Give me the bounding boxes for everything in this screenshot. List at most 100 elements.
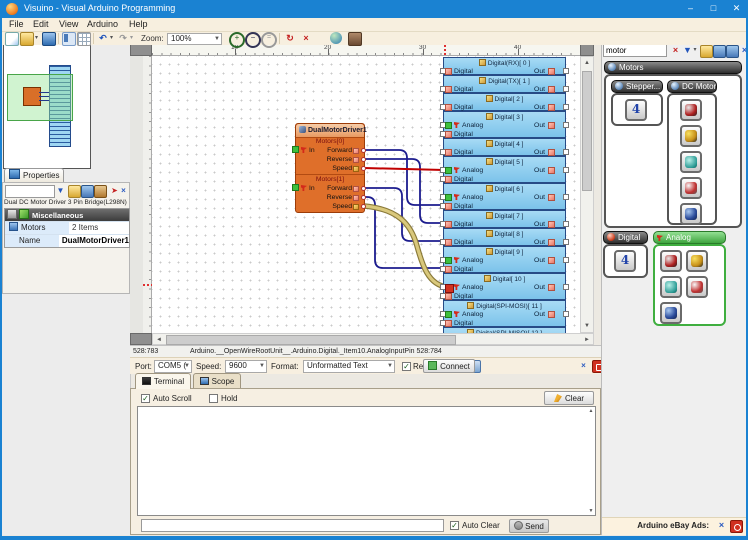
canvas-vscrollbar[interactable]: ▲ ▼ <box>580 56 594 333</box>
menu-file[interactable]: File <box>6 19 27 29</box>
reset-checkbox[interactable] <box>402 362 411 371</box>
board-pin-row-4[interactable]: Digital[ 4 ]DigitalOut <box>443 138 566 156</box>
pin-connector[interactable] <box>361 148 366 153</box>
pin-connector[interactable] <box>563 221 569 227</box>
search-input[interactable] <box>603 44 667 57</box>
close-ads-icon[interactable]: × <box>716 520 727 531</box>
dc-motor-icon-3[interactable] <box>680 151 702 173</box>
clear-button[interactable]: Clear <box>544 391 594 405</box>
properties-filter-input[interactable] <box>5 185 55 198</box>
terminal-output[interactable]: ▲ ▼ <box>137 406 596 516</box>
property-value[interactable]: 2 Items <box>69 222 129 234</box>
refresh-icon[interactable]: ↻ <box>284 32 296 44</box>
menu-view[interactable]: View <box>56 19 81 29</box>
analog-pin-box[interactable] <box>445 257 452 264</box>
pin-connector[interactable] <box>563 284 569 290</box>
scroll-up-icon[interactable]: ▲ <box>581 57 593 69</box>
menu-help[interactable]: Help <box>126 19 151 29</box>
design-canvas[interactable]: DualMotorDriver1 Motors[0] In Forward Re… <box>152 56 580 333</box>
component-header[interactable]: DualMotorDriver1 <box>296 124 364 138</box>
group-digital[interactable]: Digital <box>603 231 648 244</box>
folder-expand-icon[interactable] <box>700 45 713 58</box>
analog-motor-icon-5[interactable] <box>660 302 682 324</box>
board-pin-row-6[interactable]: Digital[ 6 ]AnalogOutDigital <box>443 183 566 210</box>
property-row-name[interactable]: Name DualMotorDriver1 <box>5 234 129 247</box>
pin-connector[interactable] <box>563 104 569 110</box>
stepper-motor-icon[interactable]: 4 <box>625 99 647 121</box>
zoom-out-icon[interactable]: − <box>245 32 261 48</box>
connect-button[interactable]: Connect <box>423 359 475 373</box>
send-input[interactable] <box>141 519 444 532</box>
wire-motors1-speed[interactable] <box>364 206 447 287</box>
new-project-icon[interactable] <box>5 32 19 46</box>
board-pin-row-5[interactable]: Digital[ 5 ]AnalogOutDigital <box>443 156 566 183</box>
canvas-hscrollbar[interactable]: ◄ ► <box>152 333 594 345</box>
subgroup-stepper[interactable]: Stepper... <box>611 80 663 93</box>
folder-view-icon[interactable] <box>726 45 739 58</box>
pin-connector[interactable] <box>563 257 569 263</box>
pin-connector[interactable] <box>563 122 569 128</box>
auto-clear-checkbox[interactable] <box>450 521 459 530</box>
delete-icon[interactable]: × <box>300 32 312 44</box>
group-analog[interactable]: Analog <box>653 231 726 244</box>
open-project-icon[interactable] <box>20 32 34 46</box>
board-pin-row-10[interactable]: Digital[ 10 ]AnalogOutDigital <box>443 273 566 300</box>
board-pin-row-1[interactable]: Digital(TX)[ 1 ]DigitalOut <box>443 75 566 93</box>
dc-motor-icon-2[interactable] <box>680 125 702 147</box>
board-pin-row-11[interactable]: Digital(SPI-MOSI)[ 11 ]AnalogOutDigital <box>443 300 566 327</box>
title-bar[interactable]: Visuino - Visual Arduino Programming – □… <box>0 0 748 18</box>
collapse-all-icon[interactable] <box>81 185 94 198</box>
pin-motors0-reverse[interactable]: Reverse <box>296 155 364 164</box>
component-dualmotordriver1[interactable]: DualMotorDriver1 Motors[0] In Forward Re… <box>295 123 365 213</box>
grid-view-icon[interactable] <box>77 32 91 46</box>
board-pin-row-7[interactable]: Digital[ 7 ]DigitalOut <box>443 210 566 228</box>
overview-thumbnail[interactable] <box>3 44 91 169</box>
dc-motor-icon-5[interactable] <box>680 203 702 225</box>
package-icon[interactable] <box>348 32 362 46</box>
pin-connector[interactable] <box>361 166 366 171</box>
toggle-panels-icon[interactable] <box>62 32 76 46</box>
open-dropdown-icon[interactable]: ▾ <box>33 32 40 44</box>
pin-connector[interactable] <box>361 195 366 200</box>
pin-motors1-reverse[interactable]: Reverse <box>296 193 364 202</box>
pin-connector[interactable] <box>361 186 366 191</box>
zoom-in-icon[interactable]: + <box>229 32 245 48</box>
zoom-select[interactable]: 100%▼ <box>167 33 222 45</box>
folder-collapse-icon[interactable] <box>713 45 726 58</box>
pin-motors0-speed[interactable]: Speed <box>296 164 364 173</box>
wire-motors1-forward[interactable] <box>364 188 444 241</box>
undo-dropdown-icon[interactable]: ▾ <box>108 32 115 44</box>
analog-motor-icon-3[interactable] <box>660 276 682 298</box>
minimize-button[interactable]: – <box>679 0 702 18</box>
pin-motors0-forward[interactable]: In Forward <box>296 146 364 155</box>
adblock-icon[interactable] <box>730 520 743 533</box>
filter-dropdown-icon[interactable]: ▾ <box>692 45 698 56</box>
pin-connector[interactable] <box>563 194 569 200</box>
analog-pin-box[interactable] <box>445 311 452 318</box>
pin-motors1-forward[interactable]: In Forward <box>296 184 364 193</box>
group-motors[interactable]: Motors <box>604 61 742 74</box>
redo-dropdown-icon[interactable]: ▾ <box>128 32 135 44</box>
tab-properties[interactable]: Properties <box>4 168 64 183</box>
digital-motor-icon[interactable]: 4 <box>614 250 636 272</box>
expand-icon[interactable] <box>9 222 18 231</box>
menu-arduino[interactable]: Arduino <box>84 19 121 29</box>
auto-scroll-checkbox[interactable] <box>141 394 150 403</box>
subgroup-dc-motors[interactable]: DC Motors <box>667 80 717 93</box>
pin-connector[interactable] <box>563 68 569 74</box>
board-pin-row-12[interactable]: Digital(SPI-MISO)[ 12 ]AnalogOutDigital <box>443 327 566 333</box>
tab-scope[interactable]: Scope <box>193 373 241 389</box>
speed-select[interactable]: 9600▼ <box>225 360 267 373</box>
pin-connector[interactable] <box>361 157 366 162</box>
analog-motor-icon-4[interactable] <box>686 276 708 298</box>
analog-in-pin[interactable] <box>292 146 299 153</box>
dc-motor-icon-1[interactable] <box>680 99 702 121</box>
filter-icon[interactable]: ▼ <box>55 185 66 196</box>
clear-search-icon[interactable]: × <box>670 45 681 56</box>
settings-icon[interactable]: × <box>118 185 129 196</box>
close-button[interactable]: ✕ <box>725 0 748 18</box>
format-select[interactable]: Unformatted Text▼ <box>303 360 395 373</box>
collapse-group-icon[interactable] <box>7 209 17 219</box>
pin-connector[interactable] <box>563 86 569 92</box>
tab-terminal[interactable]: Terminal <box>135 373 191 389</box>
